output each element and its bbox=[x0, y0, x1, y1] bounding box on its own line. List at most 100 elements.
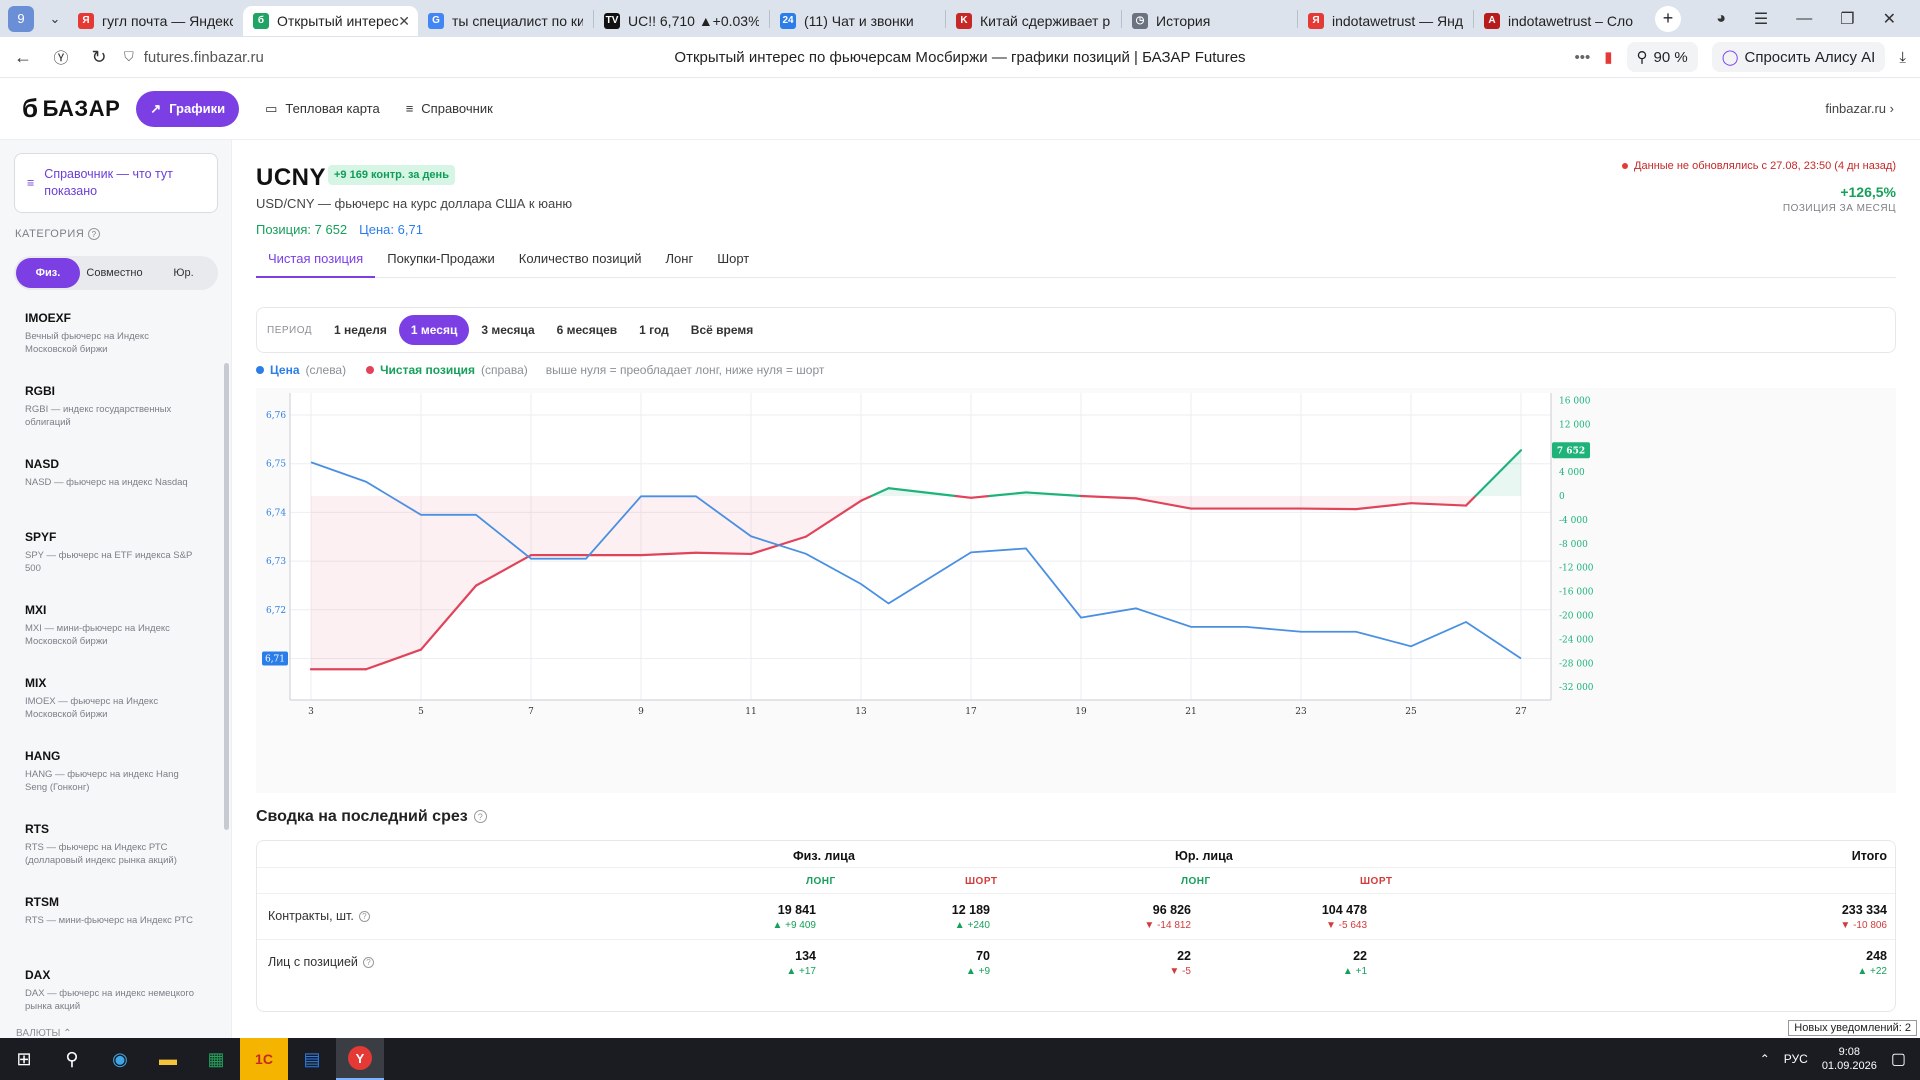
right-tick-label: -28 000 bbox=[1559, 659, 1594, 669]
1c-icon[interactable]: 1С bbox=[240, 1038, 288, 1080]
segment-joint[interactable]: Совместно bbox=[80, 267, 149, 279]
summary-group-total: Итого bbox=[1851, 849, 1887, 863]
sidebar: ≡ Справочник — что тут показано КАТЕГОРИЯ… bbox=[0, 140, 232, 1039]
period-option[interactable]: 3 месяца bbox=[481, 323, 534, 337]
summary-value: 104 478 bbox=[1321, 903, 1367, 917]
segment-phys[interactable]: Физ. bbox=[16, 258, 80, 288]
segment-jur[interactable]: Юр. bbox=[149, 267, 218, 279]
help-circle-icon[interactable]: ? bbox=[473, 810, 487, 824]
period-option[interactable]: 1 месяц bbox=[398, 315, 470, 345]
bookmark-icon[interactable]: ▮ bbox=[1604, 48, 1612, 66]
browser-tab[interactable]: 24 (11) Чат и звонки bbox=[770, 6, 945, 36]
edge-icon[interactable]: ◉ bbox=[96, 1038, 144, 1080]
browser-tab[interactable]: ◷ История bbox=[1122, 6, 1297, 36]
tab-view-4[interactable]: Шорт bbox=[705, 248, 761, 278]
zoom-button[interactable]: ⚲ 90 % bbox=[1626, 42, 1698, 72]
new-tab-button[interactable]: + bbox=[1655, 5, 1681, 32]
browser-tab[interactable]: Ягугл почта — Яндекс bbox=[68, 6, 243, 36]
url-field[interactable]: futures.finbazar.ru bbox=[144, 49, 264, 66]
instrument-description: RGBI — индекс государственных облигаций bbox=[25, 404, 172, 428]
menu-icon[interactable]: ☰ bbox=[1754, 9, 1768, 29]
site-logo[interactable]: б БАЗАР bbox=[22, 93, 120, 124]
tab-group-icon[interactable]: 9 bbox=[8, 5, 34, 32]
close-window-icon[interactable]: ✕ bbox=[1883, 9, 1896, 29]
instrument-code: RTS bbox=[25, 822, 49, 836]
period-option[interactable]: Всё время bbox=[691, 323, 753, 337]
summary-cell: 134 ▲ +17 bbox=[786, 949, 816, 977]
clock[interactable]: 9:08 01.09.2026 bbox=[1822, 1045, 1877, 1074]
help-circle-icon[interactable]: ? bbox=[88, 228, 101, 240]
browser-tab[interactable]: б Открытый интерес ✕ bbox=[243, 5, 418, 36]
instrument-code: SPYF bbox=[25, 530, 57, 544]
alice-button[interactable]: ◯ Спросить Алису AI bbox=[1711, 42, 1886, 72]
instrument-item[interactable]: DAX DAX — фьючерс на индекс немецкого рын… bbox=[0, 968, 222, 1035]
instrument-item[interactable]: IMOEXF Вечный фьючерс на Индекс Московско… bbox=[0, 311, 222, 378]
instrument-item[interactable]: HANG HANG — фьючерс на индекс Hang Seng (… bbox=[0, 749, 222, 816]
summary-row-label: Лиц с позицией? bbox=[268, 955, 374, 969]
instrument-description: RTS — мини-фьючерс на Индекс РТС bbox=[25, 915, 194, 926]
site-info-icon[interactable]: ⛉ bbox=[124, 49, 134, 65]
browser-tab[interactable]: K Китай сдерживает р bbox=[946, 6, 1121, 36]
search-icon[interactable]: ⚲ bbox=[48, 1038, 96, 1080]
x-tick-label: 19 bbox=[1075, 707, 1087, 717]
period-option[interactable]: 1 год bbox=[639, 323, 669, 337]
help-circle-icon[interactable]: ? bbox=[362, 957, 374, 969]
browser-tab[interactable]: TV UC!! 6,710 ▲+0.03% bbox=[594, 6, 769, 36]
minimize-icon[interactable]: — bbox=[1796, 10, 1812, 28]
language-indicator[interactable]: РУС bbox=[1784, 1052, 1808, 1066]
chevron-down-icon[interactable]: ⌄ bbox=[42, 6, 68, 32]
legend-note: выше нуля = преобладает лонг, ниже нуля … bbox=[545, 363, 825, 377]
instrument-item[interactable]: RTS RTS — фьючерс на Индекс РТС (долларов… bbox=[0, 822, 222, 889]
document-icon[interactable]: ▤ bbox=[288, 1038, 336, 1080]
period-option[interactable]: 1 неделя bbox=[334, 323, 387, 337]
instrument-item[interactable]: NASD NASD — фьючерс на индекс Nasdaq bbox=[0, 457, 222, 524]
file-explorer-icon[interactable]: ▬ bbox=[144, 1038, 192, 1080]
instrument-item[interactable]: RGBI RGBI — индекс государственных облига… bbox=[0, 384, 222, 451]
browser-tab[interactable]: Яindotawetrust — Янд bbox=[1298, 6, 1473, 36]
tray-chevron-icon[interactable]: ⌃ bbox=[1760, 1052, 1770, 1066]
tab-view-3[interactable]: Лонг bbox=[654, 248, 706, 278]
instrument-item[interactable]: MIX IMOEX — фьючерс на Индекс Московской … bbox=[0, 676, 222, 743]
instrument-description: IMOEX — фьючерс на Индекс Московской бир… bbox=[25, 696, 159, 720]
summary-delta: ▼ -10 806 bbox=[1840, 920, 1887, 931]
tab-title: Открытый интерес bbox=[277, 12, 399, 29]
last-net-marker: 7 652 bbox=[1552, 442, 1590, 459]
tab-view-1[interactable]: Покупки-Продажи bbox=[375, 248, 507, 278]
right-tick-label: -4 000 bbox=[1559, 516, 1588, 526]
finbazar-link-label: finbazar.ru bbox=[1825, 101, 1887, 116]
download-icon[interactable]: ⤓ bbox=[1899, 49, 1906, 66]
help-circle-icon[interactable]: ? bbox=[358, 911, 370, 923]
instrument-item[interactable]: SPYF SPY — фьючерс на ETF индекса S&P 500 bbox=[0, 530, 222, 597]
more-icon[interactable]: ••• bbox=[1574, 49, 1590, 66]
restore-icon[interactable]: ❐ bbox=[1840, 9, 1854, 29]
help-button[interactable]: ≡ Справочник — что тут показано bbox=[14, 153, 218, 213]
tab-favicon-icon: Я bbox=[78, 12, 94, 29]
instrument-item[interactable]: MXI MXI — мини-фьючерс на Индекс Московск… bbox=[0, 603, 222, 670]
yandex-icon[interactable]: Ⓨ bbox=[46, 42, 76, 72]
back-icon[interactable]: ← bbox=[8, 42, 38, 72]
position-chart[interactable]: 3 5 7 9 11 13 17 19 21 23 25 27 6,76 6,75 6,74 6,73 6,72… bbox=[256, 388, 1896, 793]
nav-reference[interactable]: ≡ Справочник bbox=[406, 101, 493, 116]
browser-tab[interactable]: Gты специалист по ки bbox=[418, 6, 593, 36]
period-option[interactable]: 6 месяцев bbox=[557, 323, 618, 337]
spreadsheet-icon[interactable]: ▦ bbox=[192, 1038, 240, 1080]
notification-center-icon[interactable]: ▢ bbox=[1891, 1049, 1906, 1069]
sidebar-scrollbar[interactable] bbox=[224, 363, 229, 830]
tab-title: indotawetrust – Сло bbox=[1508, 12, 1634, 29]
finbazar-link[interactable]: finbazar.ru › bbox=[1825, 101, 1894, 116]
reload-icon[interactable]: ↻ bbox=[84, 42, 114, 72]
tab-favicon-icon: Я bbox=[1308, 12, 1324, 29]
instrument-code: NASD bbox=[25, 457, 60, 471]
browser-tab[interactable]: Aindotawetrust – Сло bbox=[1474, 6, 1649, 36]
instrument-item[interactable]: RTSM RTS — мини-фьючерс на Индекс РТС bbox=[0, 895, 222, 962]
nav-charts[interactable]: ↗ Графики bbox=[136, 90, 240, 127]
profile-icon[interactable]: ◕ bbox=[1716, 10, 1726, 28]
list-icon: ≡ bbox=[405, 101, 414, 116]
nav-heatmap[interactable]: ▭ Тепловая карта bbox=[265, 101, 380, 117]
tab-view-0[interactable]: Чистая позиция bbox=[256, 248, 376, 278]
instrument-description: HANG — фьючерс на индекс Hang Seng (Гонк… bbox=[25, 769, 179, 793]
tab-view-2[interactable]: Количество позиций bbox=[507, 248, 654, 278]
yandex-browser-icon[interactable]: Y bbox=[336, 1038, 384, 1080]
close-tab-icon[interactable]: ✕ bbox=[398, 13, 410, 30]
windows-start-icon[interactable]: ⊞ bbox=[0, 1038, 48, 1080]
